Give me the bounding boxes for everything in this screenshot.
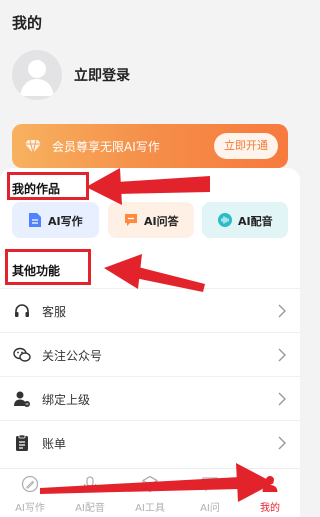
menu-label: 客服 xyxy=(42,305,67,319)
work-label: AI问答 xyxy=(144,215,179,228)
diamond-icon xyxy=(25,139,41,154)
work-ai-dubbing[interactable]: AI配音 xyxy=(202,202,288,238)
tab-ai-dubbing[interactable]: AI配音 xyxy=(60,469,120,517)
chevron-right-icon xyxy=(278,436,286,450)
wechat-icon xyxy=(13,347,31,362)
tab-ai-tools[interactable]: AI工具 xyxy=(120,469,180,517)
chat-icon xyxy=(202,477,218,492)
menu-label: 关注公众号 xyxy=(42,349,103,363)
page-title: 我的 xyxy=(12,14,43,32)
soundwave-icon xyxy=(218,213,232,227)
vip-subscribe-button[interactable]: 立即开通 xyxy=(214,133,278,159)
menu-item-follow-official-account[interactable]: 关注公众号 xyxy=(0,332,300,376)
tab-ai-qa[interactable]: AI问 xyxy=(180,469,240,517)
headset-icon xyxy=(15,304,29,317)
annotation-box-my-works xyxy=(7,172,89,200)
tab-ai-writing[interactable]: AI写作 xyxy=(0,469,60,517)
mic-icon xyxy=(83,476,97,492)
menu-item-bind-superior[interactable]: 绑定上级 xyxy=(0,376,300,420)
profile-header[interactable]: 立即登录 xyxy=(12,50,288,102)
menu-label: 账单 xyxy=(42,437,67,451)
work-label: AI写作 xyxy=(48,215,83,228)
menu-item-bill[interactable]: 账单 xyxy=(0,420,300,464)
chevron-right-icon xyxy=(278,348,286,362)
work-label: AI配音 xyxy=(238,215,273,228)
bottom-tab-bar: AI写作 AI配音 AI工具 AI问 我的 xyxy=(0,468,300,517)
tab-label: AI工具 xyxy=(135,503,165,514)
tab-mine[interactable]: 我的 xyxy=(240,469,300,517)
chat-icon xyxy=(125,214,137,226)
tab-label: AI写作 xyxy=(15,503,45,514)
annotation-box-other-functions xyxy=(5,249,91,285)
chevron-right-icon xyxy=(278,392,286,406)
menu-item-customer-service[interactable]: 客服 xyxy=(0,288,300,332)
cube-icon xyxy=(142,475,158,493)
work-ai-qa[interactable]: AI问答 xyxy=(108,202,194,238)
tab-label: 我的 xyxy=(260,503,280,514)
my-works-row: AI写作 AI问答 AI配音 xyxy=(12,202,288,238)
user-icon xyxy=(262,476,278,492)
tab-label: AI问 xyxy=(200,503,220,514)
login-link[interactable]: 立即登录 xyxy=(74,65,130,85)
tab-label: AI配音 xyxy=(75,503,105,514)
menu-label: 绑定上级 xyxy=(42,393,91,407)
avatar[interactable] xyxy=(12,50,62,100)
user-link-icon xyxy=(14,391,30,407)
bill-icon xyxy=(16,434,28,451)
vip-text: 会员尊享无限AI写作 xyxy=(52,140,160,154)
pen-icon xyxy=(21,475,39,493)
chevron-right-icon xyxy=(278,304,286,318)
work-ai-writing[interactable]: AI写作 xyxy=(12,202,99,238)
vip-banner[interactable]: 会员尊享无限AI写作 立即开通 xyxy=(12,124,288,168)
default-avatar-icon xyxy=(20,60,54,96)
document-icon xyxy=(29,213,41,227)
